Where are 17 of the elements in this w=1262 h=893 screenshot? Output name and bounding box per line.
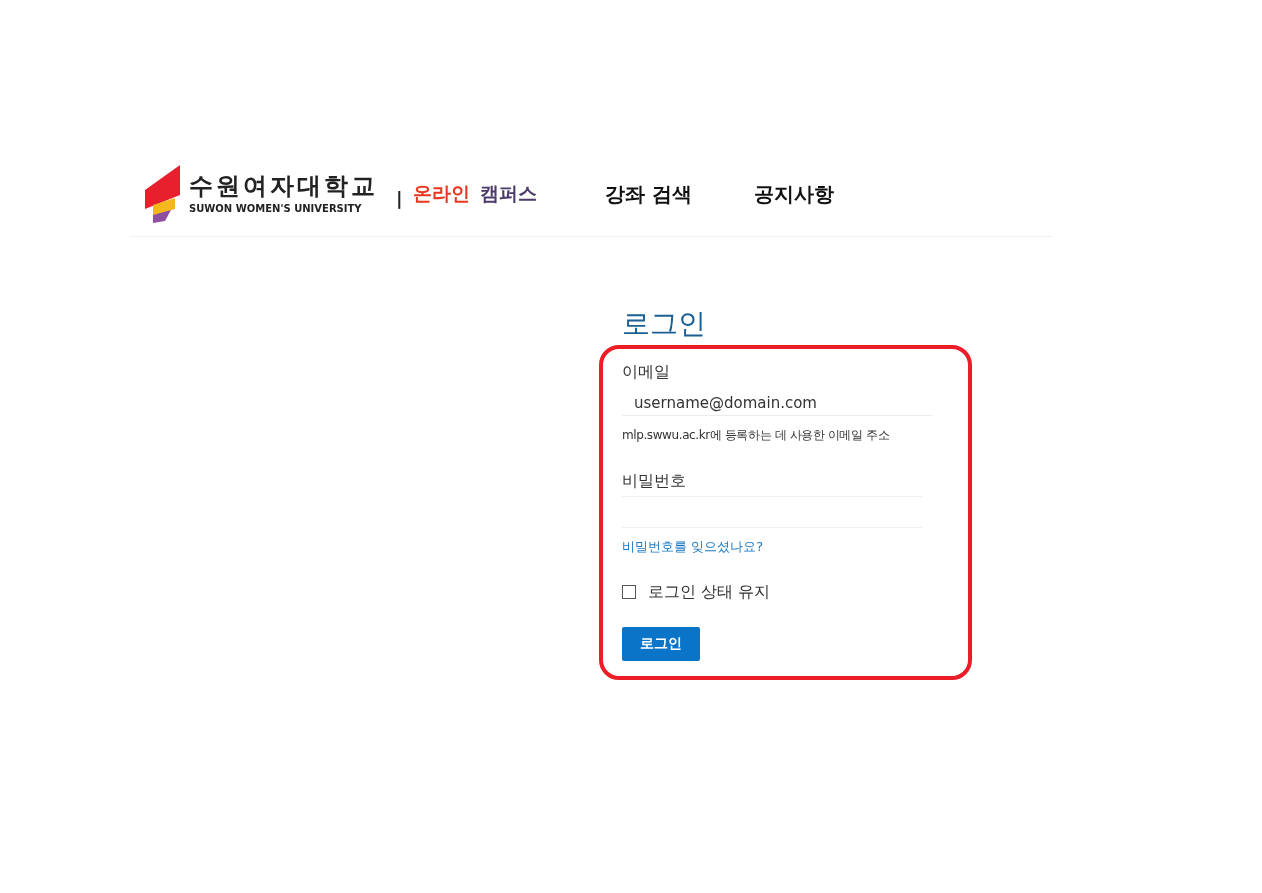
remember-label: 로그인 상태 유지: [648, 581, 771, 603]
forgot-password-link[interactable]: 비밀번호를 잊으셨나요?: [622, 538, 764, 556]
logo-icon: [145, 165, 181, 223]
nav-link[interactable]: 강좌 검색: [604, 180, 692, 208]
login-button[interactable]: 로그인: [622, 627, 700, 661]
remember-checkbox[interactable]: [622, 585, 636, 599]
password-label: 비밀번호: [622, 470, 687, 492]
email-hint: mlp.swwu.ac.kr에 등록하는 데 사용한 이메일 주소: [622, 427, 891, 444]
nav-link[interactable]: 공지사항: [753, 180, 834, 208]
separator-mark: |: [396, 187, 403, 209]
site-title-word: 캠퍼스: [479, 181, 537, 206]
login-title: 로그인: [622, 307, 707, 341]
email-label: 이메일: [622, 361, 671, 383]
university-name-english: SUWON WOMEN'S UNIVERSITY: [189, 202, 363, 216]
email-input[interactable]: username@domain.com: [622, 391, 932, 416]
site-title-word: 온라인: [412, 181, 470, 206]
university-name: 수원여자대학교: [189, 172, 378, 200]
